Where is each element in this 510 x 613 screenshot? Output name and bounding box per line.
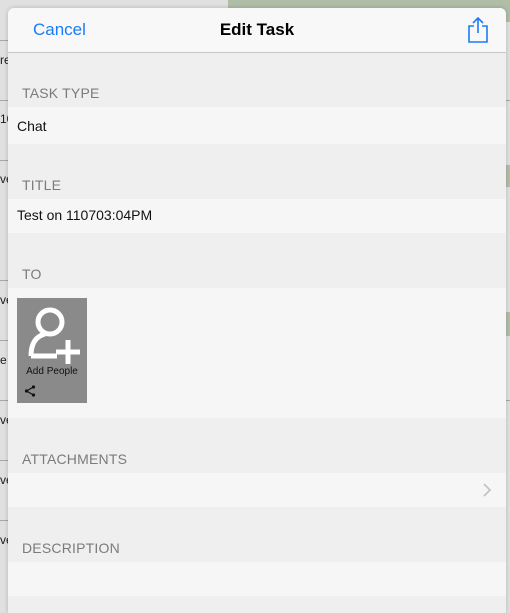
navigation-bar: Cancel Edit Task [8,8,506,53]
description-field[interactable] [8,562,506,596]
task-type-row[interactable]: Chat [8,107,506,144]
description-header: DESCRIPTION [22,540,120,556]
edit-task-sheet: Cancel Edit Task TASK TYPE Chat TITLE Te… [8,8,506,613]
attachments-header: ATTACHMENTS [22,451,128,467]
title-field[interactable]: Test on 110703:04PM [8,199,506,233]
add-person-icon [28,307,80,364]
task-type-header: TASK TYPE [22,85,100,101]
task-type-value: Chat [17,118,47,134]
title-value: Test on 110703:04PM [17,207,153,223]
add-people-label: Add People [26,366,78,377]
share-icon [24,385,36,397]
share-icon[interactable] [466,16,490,44]
title-header: TITLE [22,177,62,193]
to-header: TO [22,266,42,282]
add-people-button[interactable]: Add People [17,298,87,403]
attachments-row[interactable] [8,473,506,507]
page-title: Edit Task [219,20,295,39]
chevron-right-icon [483,483,492,497]
